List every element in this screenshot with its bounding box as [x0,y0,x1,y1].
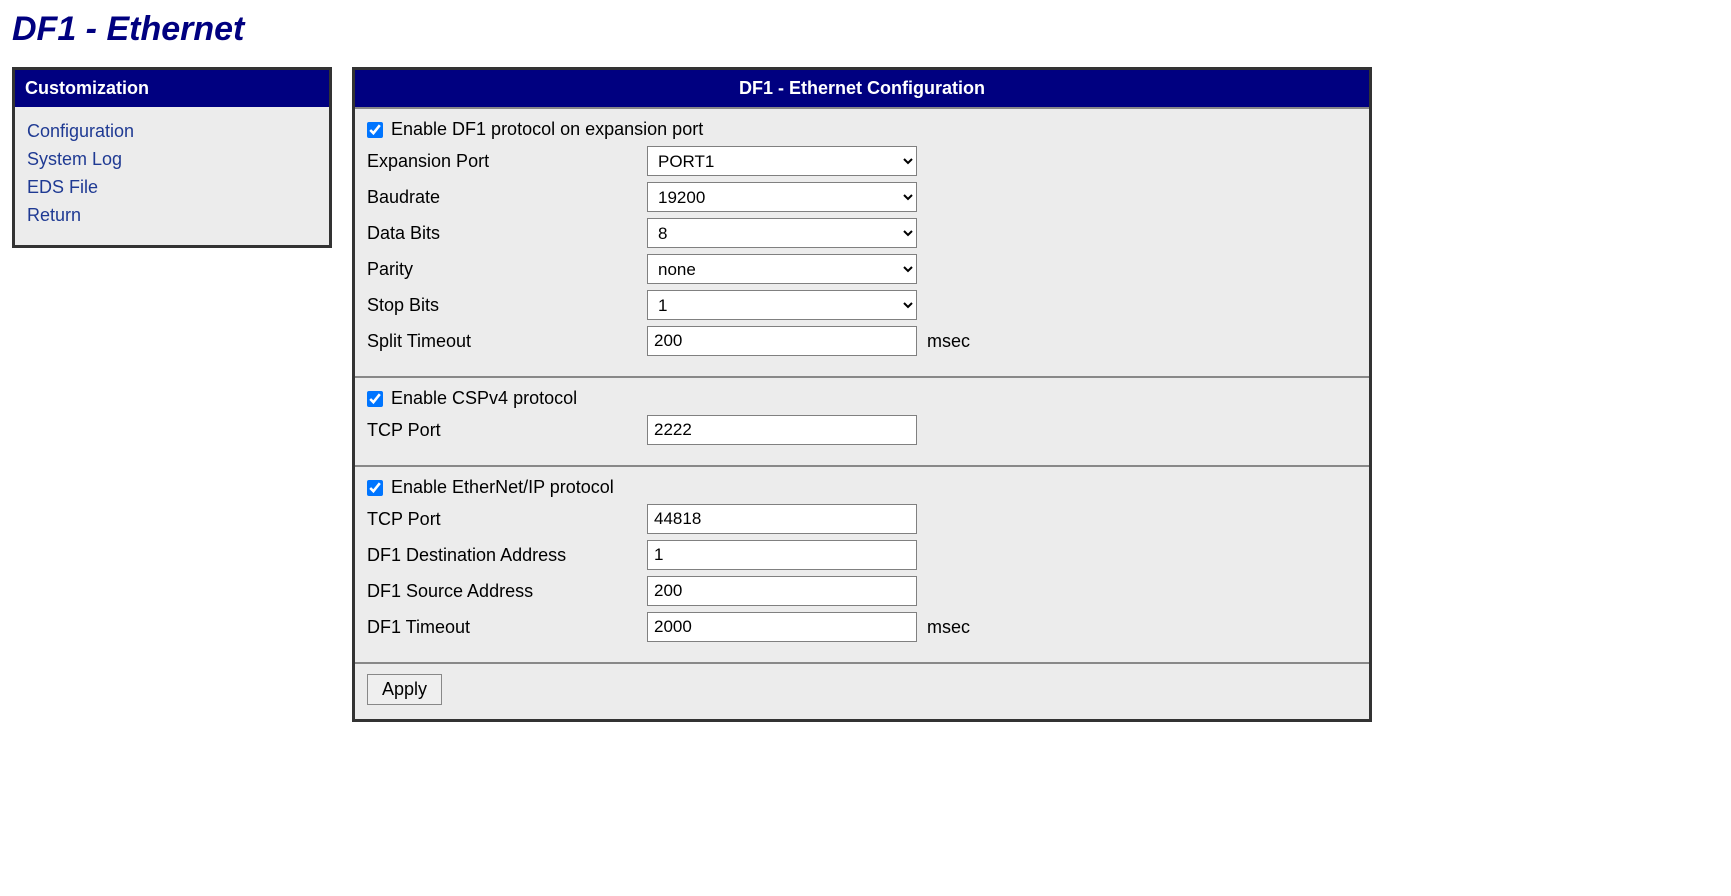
sidebar: Customization Configuration System Log E… [12,67,332,248]
df1-dest-input[interactable] [647,540,917,570]
section-enip: Enable EtherNet/IP protocol TCP Port DF1… [355,465,1369,662]
apply-button[interactable]: Apply [367,674,442,705]
section-df1: Enable DF1 protocol on expansion port Ex… [355,107,1369,376]
enip-tcp-port-input[interactable] [647,504,917,534]
split-timeout-unit: msec [927,331,970,352]
enable-df1-checkbox[interactable] [367,122,383,138]
cspv4-tcp-port-input[interactable] [647,415,917,445]
df1-timeout-unit: msec [927,617,970,638]
sidebar-header: Customization [15,70,329,107]
enip-tcp-port-label: TCP Port [367,509,647,530]
sidebar-item-configuration[interactable]: Configuration [27,117,317,145]
enable-cspv4-label: Enable CSPv4 protocol [391,388,577,409]
sidebar-item-eds-file[interactable]: EDS File [27,173,317,201]
df1-src-input[interactable] [647,576,917,606]
stop-bits-select[interactable]: 1 [647,290,917,320]
split-timeout-label: Split Timeout [367,331,647,352]
enable-cspv4-checkbox[interactable] [367,391,383,407]
main-header: DF1 - Ethernet Configuration [355,70,1369,107]
baudrate-select[interactable]: 19200 [647,182,917,212]
stop-bits-label: Stop Bits [367,295,647,316]
sidebar-item-return[interactable]: Return [27,201,317,229]
baudrate-label: Baudrate [367,187,647,208]
enable-enip-checkbox[interactable] [367,480,383,496]
cspv4-tcp-port-label: TCP Port [367,420,647,441]
section-cspv4: Enable CSPv4 protocol TCP Port [355,376,1369,465]
df1-timeout-input[interactable] [647,612,917,642]
apply-section: Apply [355,662,1369,719]
df1-dest-label: DF1 Destination Address [367,545,647,566]
data-bits-label: Data Bits [367,223,647,244]
expansion-port-select[interactable]: PORT1 [647,146,917,176]
parity-select[interactable]: none [647,254,917,284]
expansion-port-label: Expansion Port [367,151,647,172]
split-timeout-input[interactable] [647,326,917,356]
enable-enip-label: Enable EtherNet/IP protocol [391,477,614,498]
df1-timeout-label: DF1 Timeout [367,617,647,638]
df1-src-label: DF1 Source Address [367,581,647,602]
sidebar-item-system-log[interactable]: System Log [27,145,317,173]
page-title: DF1 - Ethernet [12,10,1719,49]
enable-df1-label: Enable DF1 protocol on expansion port [391,119,703,140]
main-panel: DF1 - Ethernet Configuration Enable DF1 … [352,67,1372,722]
parity-label: Parity [367,259,647,280]
data-bits-select[interactable]: 8 [647,218,917,248]
